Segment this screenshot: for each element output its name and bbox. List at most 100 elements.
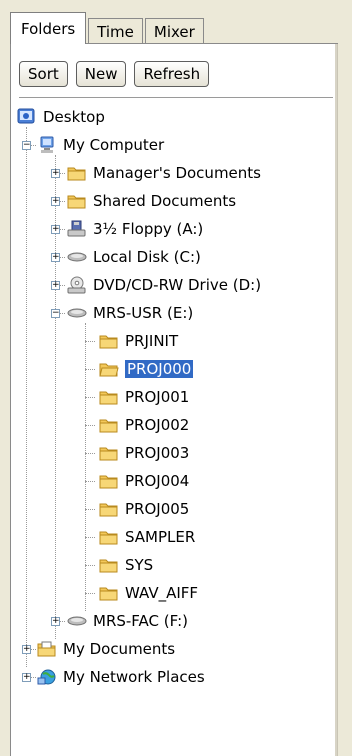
folder-label: PRJINIT: [125, 332, 179, 350]
folder-label: SAMPLER: [125, 528, 196, 546]
documents-folder-icon: [37, 640, 57, 658]
tree-line-desktop: [26, 127, 27, 667]
tab-time-label: Time: [97, 22, 134, 41]
tree-branch: [85, 481, 95, 482]
tree-item-my-computer[interactable]: My Computer: [37, 133, 164, 157]
panel-edge: [335, 43, 337, 756]
toolbar: Sort New Refresh: [19, 61, 210, 87]
folder-icon: [99, 584, 119, 602]
folder-label: WAV_AIFF: [125, 584, 199, 602]
tree-branch: [85, 369, 95, 370]
expand-managers-documents-icon[interactable]: +: [51, 169, 60, 178]
collapse-mrs-usr-icon[interactable]: −: [51, 309, 60, 318]
folder-item-selected[interactable]: PROJ000: [99, 357, 194, 381]
tree-label-my-network-places: My Network Places: [63, 668, 205, 686]
tree-label-floppy: 3½ Floppy (A:): [93, 220, 204, 238]
folder-icon: [99, 556, 119, 574]
tree-item-mrs-fac[interactable]: MRS-FAC (F:): [67, 609, 188, 633]
tree-label-desktop: Desktop: [43, 108, 105, 126]
hard-disk-icon: [67, 612, 87, 630]
expand-dvd-icon[interactable]: +: [51, 281, 60, 290]
folder-label: PROJ003: [125, 444, 190, 462]
tab-folders-label: Folders: [21, 19, 76, 38]
network-globe-icon: [37, 668, 57, 686]
folder-item[interactable]: PROJ003: [99, 441, 189, 465]
tree-item-local-disk[interactable]: Local Disk (C:): [67, 245, 201, 269]
hard-disk-icon: [67, 304, 87, 322]
tree-item-shared-documents[interactable]: Shared Documents: [67, 189, 236, 213]
folder-icon: [99, 500, 119, 518]
tree-label-managers-documents: Manager's Documents: [93, 164, 261, 182]
hard-disk-icon: [67, 248, 87, 266]
folder-label: SYS: [125, 556, 154, 574]
tab-mixer[interactable]: Mixer: [144, 18, 204, 44]
tree-item-my-documents[interactable]: My Documents: [37, 637, 175, 661]
folder-item[interactable]: WAV_AIFF: [99, 581, 198, 605]
folder-icon: [99, 332, 119, 350]
tree-item-desktop[interactable]: Desktop: [17, 105, 105, 129]
folder-icon: [99, 444, 119, 462]
expand-shared-documents-icon[interactable]: +: [51, 197, 60, 206]
folder-item[interactable]: PRJINIT: [99, 329, 178, 353]
tree-line-mrs-usr: [85, 323, 86, 611]
folder-label: PROJ002: [125, 416, 190, 434]
folder-label: PROJ000: [125, 360, 194, 378]
tree-item-my-network-places[interactable]: My Network Places: [37, 665, 205, 689]
expand-my-documents-icon[interactable]: +: [22, 645, 31, 654]
folder-icon: [67, 164, 87, 182]
tree-item-dvd[interactable]: DVD/CD-RW Drive (D:): [67, 273, 261, 297]
sort-button[interactable]: Sort: [19, 61, 68, 87]
desktop-icon: [17, 108, 37, 126]
folder-item[interactable]: PROJ005: [99, 497, 189, 521]
tree-item-managers-documents[interactable]: Manager's Documents: [67, 161, 261, 185]
expand-mrs-fac-icon[interactable]: +: [51, 617, 60, 626]
tree-label-my-documents: My Documents: [63, 640, 176, 658]
new-button[interactable]: New: [75, 61, 127, 87]
open-folder-icon: [99, 360, 119, 378]
tab-mixer-label: Mixer: [153, 22, 195, 41]
expand-my-network-places-icon[interactable]: +: [22, 673, 31, 682]
folder-icon: [99, 416, 119, 434]
tab-content: Sort New Refresh Desktop − My Computer +…: [10, 43, 338, 756]
folder-item[interactable]: PROJ001: [99, 385, 189, 409]
tree-branch: [85, 565, 95, 566]
tree-branch: [85, 593, 95, 594]
expand-local-disk-icon[interactable]: +: [51, 253, 60, 262]
expand-floppy-icon[interactable]: +: [51, 225, 60, 234]
toolbar-separator: [19, 97, 333, 98]
tab-bar: Folders Time Mixer: [10, 12, 206, 44]
folder-label: PROJ005: [125, 500, 190, 518]
tree-branch: [85, 453, 95, 454]
tree-label-my-computer: My Computer: [63, 136, 165, 154]
tree-branch: [85, 341, 95, 342]
tree-item-mrs-usr[interactable]: MRS-USR (E:): [67, 301, 193, 325]
folder-icon: [99, 528, 119, 546]
tree-label-mrs-usr: MRS-USR (E:): [93, 304, 194, 322]
tab-folders[interactable]: Folders: [10, 12, 87, 44]
dvd-drive-icon: [67, 276, 87, 294]
folder-item[interactable]: PROJ002: [99, 413, 189, 437]
folder-label: PROJ004: [125, 472, 190, 490]
folder-icon: [67, 192, 87, 210]
folder-item[interactable]: SYS: [99, 553, 153, 577]
tree-label-mrs-fac: MRS-FAC (F:): [93, 612, 189, 630]
tree-item-floppy[interactable]: 3½ Floppy (A:): [67, 217, 203, 241]
folder-icon: [99, 472, 119, 490]
tree-label-dvd: DVD/CD-RW Drive (D:): [93, 276, 262, 294]
folders-panel: Folders Time Mixer Sort New Refresh Desk…: [0, 0, 352, 756]
tree-branch: [85, 537, 95, 538]
computer-icon: [37, 136, 57, 154]
tree-label-local-disk: Local Disk (C:): [93, 248, 201, 266]
tree-branch: [85, 397, 95, 398]
folder-label: PROJ001: [125, 388, 190, 406]
tree-branch: [85, 509, 95, 510]
collapse-my-computer-icon[interactable]: −: [22, 141, 31, 150]
tree-label-shared-documents: Shared Documents: [93, 192, 237, 210]
floppy-drive-icon: [67, 220, 87, 238]
folder-item[interactable]: PROJ004: [99, 469, 189, 493]
refresh-button[interactable]: Refresh: [134, 61, 210, 87]
tree-branch: [85, 425, 95, 426]
folder-item[interactable]: SAMPLER: [99, 525, 195, 549]
folder-icon: [99, 388, 119, 406]
tab-time[interactable]: Time: [88, 18, 143, 44]
